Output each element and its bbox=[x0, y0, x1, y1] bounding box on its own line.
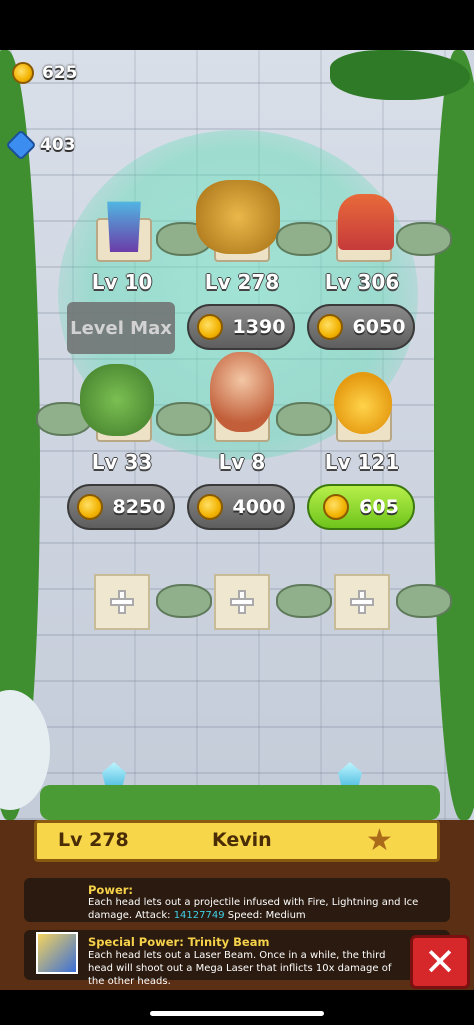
hero-level-1: Lv 10 bbox=[91, 270, 153, 294]
hero-kevin-hydra[interactable] bbox=[196, 180, 280, 254]
rock bbox=[156, 402, 212, 436]
status-bar bbox=[0, 0, 474, 50]
power-description: Each head lets out a projectile infused … bbox=[88, 896, 428, 922]
upgrade-button-2[interactable]: 1390 bbox=[187, 304, 295, 350]
upgrade-button-3[interactable]: 6050 bbox=[307, 304, 415, 350]
rock bbox=[276, 584, 332, 618]
coin-icon bbox=[196, 494, 223, 520]
empty-slot-1[interactable] bbox=[94, 574, 150, 630]
gem-counter: 403 bbox=[5, 129, 76, 161]
coin-counter: 625 bbox=[12, 62, 78, 84]
plus-icon bbox=[350, 590, 374, 614]
bottom-bar bbox=[0, 990, 474, 1025]
upgrade-button-5[interactable]: 4000 bbox=[187, 484, 295, 530]
special-power-title: Special Power: Trinity Beam bbox=[88, 935, 270, 949]
hero-level-5: Lv 8 bbox=[218, 450, 266, 474]
coin-icon bbox=[12, 62, 34, 84]
upgrade-cost: 605 bbox=[359, 496, 399, 518]
coin-icon bbox=[76, 494, 103, 520]
rock bbox=[276, 402, 332, 436]
hero-level-6: Lv 121 bbox=[324, 450, 400, 474]
upgrade-cost: 6050 bbox=[352, 316, 406, 338]
selected-hero-name: Kevin bbox=[212, 829, 272, 851]
star-icon[interactable]: ★ bbox=[366, 826, 396, 856]
power-speed: Speed: Medium bbox=[224, 910, 306, 921]
close-button[interactable]: ✕ bbox=[410, 935, 470, 989]
power-attack-value: 14127749 bbox=[173, 910, 225, 921]
level-max-label: Level Max bbox=[70, 317, 172, 339]
bottom-hedge bbox=[40, 785, 440, 820]
hero-level-4: Lv 33 bbox=[91, 450, 153, 474]
coin-icon bbox=[323, 494, 350, 520]
hero-level-3: Lv 306 bbox=[324, 270, 400, 294]
coin-icon bbox=[316, 314, 343, 340]
hero-frog-wizard[interactable] bbox=[80, 364, 154, 436]
rock bbox=[396, 222, 452, 256]
level-max-button: Level Max bbox=[67, 302, 175, 354]
plus-icon bbox=[230, 590, 254, 614]
home-indicator[interactable] bbox=[150, 1011, 324, 1016]
gem-amount: 403 bbox=[40, 135, 76, 155]
coin-amount: 625 bbox=[42, 63, 78, 83]
selected-hero-level: Lv 278 bbox=[58, 829, 129, 851]
coin-icon bbox=[196, 314, 223, 340]
close-icon: ✕ bbox=[424, 940, 456, 984]
upgrade-cost: 4000 bbox=[232, 496, 286, 518]
plus-icon bbox=[110, 590, 134, 614]
upgrade-cost: 1390 bbox=[232, 316, 286, 338]
hero-fox[interactable] bbox=[338, 194, 394, 250]
top-foliage bbox=[330, 50, 470, 100]
upgrade-button-4[interactable]: 8250 bbox=[67, 484, 175, 530]
empty-slot-3[interactable] bbox=[334, 574, 390, 630]
empty-slot-2[interactable] bbox=[214, 574, 270, 630]
hero-angel[interactable] bbox=[210, 352, 274, 432]
special-power-icon bbox=[36, 932, 78, 974]
special-power-description: Each head lets out a Laser Beam. Once in… bbox=[88, 950, 392, 987]
rock bbox=[396, 584, 452, 618]
hero-king-blob[interactable] bbox=[334, 372, 392, 434]
gem-icon bbox=[5, 129, 37, 161]
hero-level-2: Lv 278 bbox=[204, 270, 280, 294]
upgrade-button-6[interactable]: 605 bbox=[307, 484, 415, 530]
upgrade-cost: 8250 bbox=[112, 496, 166, 518]
rock bbox=[156, 584, 212, 618]
power-title: Power: bbox=[88, 883, 134, 897]
rock bbox=[276, 222, 332, 256]
